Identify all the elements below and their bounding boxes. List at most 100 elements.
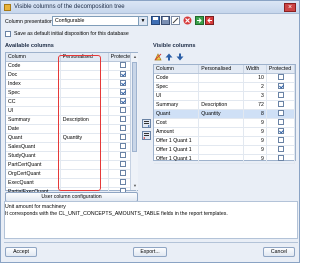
visible-row[interactable]: Cost 9	[154, 118, 296, 128]
protected-cell[interactable]	[266, 91, 296, 101]
vis-col-header-width[interactable]: Width	[243, 65, 267, 74]
column-name-cell[interactable]: SalesQuant	[6, 142, 61, 152]
save-icon[interactable]	[151, 16, 160, 25]
scroll-up-icon[interactable]: ▲	[131, 53, 139, 60]
protected-checkbox[interactable]	[120, 97, 127, 104]
width-cell[interactable]: 9	[243, 127, 267, 137]
protected-checkbox[interactable]	[278, 100, 285, 107]
width-cell[interactable]: 2	[243, 82, 267, 92]
column-name-cell[interactable]: Summary	[6, 115, 61, 125]
column-name-cell[interactable]: Doc	[6, 70, 61, 80]
protected-checkbox[interactable]	[120, 79, 127, 86]
add-column-icon[interactable]	[142, 119, 151, 128]
column-name-cell[interactable]: Offer 1 Quant 1	[154, 154, 200, 164]
protected-checkbox[interactable]	[120, 124, 127, 131]
visible-row[interactable]: Quant Quantity 8	[154, 109, 296, 119]
visible-row[interactable]: Spec 2	[154, 82, 296, 92]
width-cell[interactable]: 9	[243, 136, 267, 146]
protected-checkbox[interactable]	[278, 136, 285, 143]
visible-row[interactable]: Amount 9	[154, 127, 296, 137]
protected-checkbox[interactable]	[278, 73, 285, 80]
visible-row[interactable]: Offer 1 Quant 1 9	[154, 145, 296, 155]
default-disposition-checkbox[interactable]	[5, 31, 11, 37]
width-cell[interactable]: 9	[243, 145, 267, 155]
protected-checkbox[interactable]	[120, 106, 127, 113]
column-name-cell[interactable]: ExecQuant	[6, 178, 61, 188]
default-disposition-row[interactable]: Save as default initial disposition for …	[5, 31, 129, 37]
protected-cell[interactable]	[266, 145, 296, 155]
width-cell[interactable]: 72	[243, 100, 267, 110]
column-name-cell[interactable]: Quant	[6, 133, 61, 143]
remove-column-icon[interactable]	[142, 131, 151, 140]
protected-cell[interactable]	[266, 100, 296, 110]
scroll-thumb[interactable]	[132, 62, 137, 152]
personalised-cell[interactable]: Quantity	[198, 109, 244, 119]
column-name-cell[interactable]: Summary	[154, 100, 200, 110]
column-name-cell[interactable]: Amount	[154, 127, 200, 137]
delete-icon[interactable]	[183, 16, 192, 25]
column-name-cell[interactable]: OrgCertQuant	[6, 169, 61, 179]
move-down-icon[interactable]	[176, 53, 184, 61]
import-icon[interactable]	[195, 16, 204, 25]
vis-col-header-column[interactable]: Column	[154, 65, 200, 74]
close-button[interactable]: ×	[284, 3, 296, 12]
export-icon[interactable]	[205, 16, 214, 25]
visible-columns-grid[interactable]: Column Personalised Width Protected Code…	[153, 64, 296, 164]
column-name-cell[interactable]: Spec	[154, 82, 200, 92]
protected-cell[interactable]	[266, 73, 296, 83]
personalised-cell[interactable]: Description	[198, 100, 244, 110]
save-as-icon[interactable]	[161, 16, 170, 25]
protected-cell[interactable]	[266, 118, 296, 128]
export-button[interactable]: Export...	[133, 247, 167, 257]
visible-row[interactable]: UI 3	[154, 91, 296, 101]
column-name-cell[interactable]: StudyQuant	[6, 151, 61, 161]
protected-cell[interactable]	[266, 136, 296, 146]
column-name-cell[interactable]: UI	[6, 106, 61, 116]
visible-row[interactable]: Code 10	[154, 73, 296, 83]
protected-checkbox[interactable]	[278, 82, 285, 89]
clear-icon[interactable]	[154, 53, 162, 61]
column-name-cell[interactable]: Code	[154, 73, 200, 83]
personalised-cell[interactable]	[198, 91, 244, 101]
protected-checkbox[interactable]	[120, 88, 127, 95]
width-cell[interactable]: 9	[243, 118, 267, 128]
personalised-cell[interactable]	[198, 145, 244, 155]
vis-col-header-personalised[interactable]: Personalised	[198, 65, 244, 74]
column-name-cell[interactable]: Offer 1 Quant 1	[154, 136, 200, 146]
column-name-cell[interactable]: Code	[6, 61, 61, 71]
protected-checkbox[interactable]	[278, 118, 285, 125]
visible-row[interactable]: Summary Description 72	[154, 100, 296, 110]
protected-checkbox[interactable]	[120, 61, 127, 68]
protected-checkbox[interactable]	[120, 133, 127, 140]
protected-checkbox[interactable]	[278, 91, 285, 98]
scroll-down-icon[interactable]: ▼	[131, 182, 139, 189]
personalised-cell[interactable]	[198, 82, 244, 92]
edit-icon[interactable]	[171, 16, 180, 25]
personalised-cell[interactable]	[198, 73, 244, 83]
available-scrollbar[interactable]: ▲ ▼	[130, 53, 138, 190]
protected-checkbox[interactable]	[120, 70, 127, 77]
protected-checkbox[interactable]	[278, 127, 285, 134]
cancel-button[interactable]: Cancel	[263, 247, 295, 257]
protected-checkbox[interactable]	[278, 109, 285, 116]
personalised-cell[interactable]	[198, 118, 244, 128]
presentation-select[interactable]: Configurable ▼	[52, 16, 148, 26]
protected-checkbox[interactable]	[120, 151, 127, 158]
visible-row[interactable]: Offer 1 Quant 1 9	[154, 154, 296, 164]
protected-cell[interactable]	[266, 109, 296, 119]
column-name-cell[interactable]: Date	[6, 124, 61, 134]
personalised-cell[interactable]	[198, 127, 244, 137]
column-name-cell[interactable]: CC	[6, 97, 61, 107]
vis-col-header-protected[interactable]: Protected	[266, 65, 296, 74]
visible-row[interactable]: Offer 1 Quant 1 9	[154, 136, 296, 146]
column-name-cell[interactable]: Quant	[154, 109, 200, 119]
column-name-cell[interactable]: PartCertQuant	[6, 160, 61, 170]
column-name-cell[interactable]: Offer 1 Quant 1	[154, 145, 200, 155]
width-cell[interactable]: 3	[243, 91, 267, 101]
protected-cell[interactable]	[266, 127, 296, 137]
protected-checkbox[interactable]	[120, 178, 127, 185]
protected-cell[interactable]	[266, 154, 296, 164]
width-cell[interactable]: 10	[243, 73, 267, 83]
column-name-cell[interactable]: Index	[6, 79, 61, 89]
column-name-cell[interactable]: UI	[154, 91, 200, 101]
